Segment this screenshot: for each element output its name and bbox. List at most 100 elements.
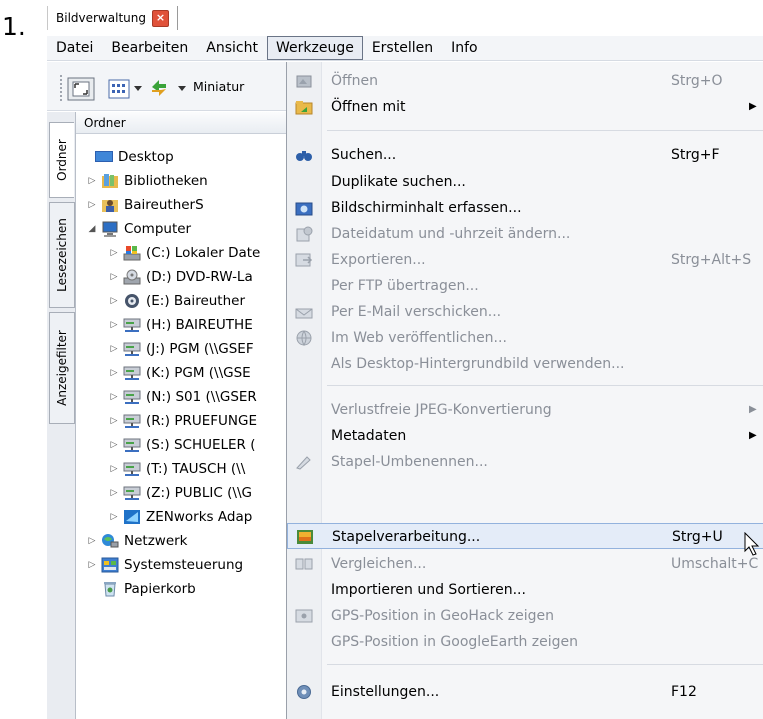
tree-node[interactable]: ▷ Systemsteuerung	[86, 553, 244, 577]
expand-arrow-icon[interactable]: ▷	[86, 536, 98, 546]
menu-item-gps-geohack[interactable]: GPS-Position in GeoHack zeigen	[287, 603, 763, 629]
tree-node-label: (J:) PGM (\\GSEF	[146, 341, 254, 357]
menu-item-label: Metadaten	[331, 428, 407, 444]
menu-werkzeuge[interactable]: Werkzeuge	[266, 36, 363, 60]
tree-node-label: BaireutherS	[124, 197, 204, 213]
fullscreen-icon[interactable]	[66, 77, 96, 101]
tree-node[interactable]: ▷ (D:) DVD-RW-La	[108, 265, 253, 289]
menu-item-label: Suchen...	[331, 147, 397, 163]
chevron-down-icon[interactable]	[133, 83, 143, 93]
network-drive-icon	[123, 462, 141, 476]
recycle-bin-icon	[104, 582, 116, 597]
tree-node[interactable]: ▷ (R:) PRUEFUNGE	[108, 409, 257, 433]
expand-arrow-icon[interactable]: ▷	[108, 272, 120, 282]
menu-item-exportieren[interactable]: Exportieren... Strg+Alt+S	[287, 247, 763, 273]
menu-bearbeiten[interactable]: Bearbeiten	[102, 37, 197, 59]
menu-item-importieren-sortieren[interactable]: Importieren und Sortieren...	[287, 577, 763, 603]
menu-item-jpeg-konvertierung[interactable]: Verlustfreie JPEG-Konvertierung ▶	[287, 397, 763, 423]
tree-node[interactable]: ▷ (S:) SCHUELER (	[108, 433, 256, 457]
menu-item-desktop-hintergrund[interactable]: Als Desktop-Hintergrundbild verwenden...	[287, 351, 763, 377]
tree-node[interactable]: ▷ (E:) Baireuther	[108, 289, 245, 313]
menu-item-web[interactable]: Im Web veröffentlichen...	[287, 325, 763, 351]
menu-item-einstellungen[interactable]: Einstellungen... F12	[287, 679, 763, 705]
expand-arrow-icon[interactable]: ▷	[108, 392, 120, 402]
tree-node[interactable]: ▷ (Z:) PUBLIC (\\G	[108, 481, 252, 505]
tree-node[interactable]: ▷ (C:) Lokaler Date	[108, 241, 261, 265]
expand-arrow-icon[interactable]: ▷	[86, 560, 98, 570]
expand-arrow-icon[interactable]: ▷	[86, 200, 98, 210]
toolbar-grip[interactable]	[60, 75, 65, 101]
view-grid-icon[interactable]	[108, 79, 130, 99]
menu-item-label: Importieren und Sortieren...	[331, 582, 526, 598]
expand-arrow-icon[interactable]: ▷	[108, 488, 120, 498]
expand-arrow-icon[interactable]: ▷	[108, 464, 120, 474]
tree-node[interactable]: ▷ (J:) PGM (\\GSEF	[108, 337, 254, 361]
close-icon[interactable]: ×	[151, 9, 169, 27]
menu-item-vergleichen[interactable]: Vergleichen... Umschalt+C	[287, 551, 763, 577]
tree-node[interactable]: ▷ (K:) PGM (\\GSE	[108, 361, 251, 385]
menu-separator	[327, 664, 763, 665]
chevron-down-icon[interactable]	[177, 83, 187, 93]
miniatur-label[interactable]: Miniatur	[193, 79, 244, 94]
menu-item-suchen[interactable]: Suchen... Strg+F	[287, 142, 763, 168]
library-icon	[102, 174, 118, 188]
menu-item-metadaten[interactable]: Metadaten ▶	[287, 423, 763, 449]
tree-node[interactable]: Desktop	[80, 145, 174, 169]
tree-node[interactable]: Papierkorb	[86, 577, 196, 601]
tab-lesezeichen-label: Lesezeichen	[55, 218, 69, 292]
menu-item-dateidatum-aendern[interactable]: Dateidatum und -uhrzeit ändern...	[287, 221, 763, 247]
menu-erstellen[interactable]: Erstellen	[363, 37, 442, 59]
tree-header: Ordner	[76, 112, 286, 134]
menu-item-duplikate-suchen[interactable]: Duplikate suchen...	[287, 169, 763, 195]
menu-ansicht[interactable]: Ansicht	[197, 37, 267, 59]
menu-info[interactable]: Info	[442, 37, 487, 59]
tree-node-label: (D:) DVD-RW-La	[146, 269, 253, 285]
menu-item-oeffnen-mit[interactable]: Öffnen mit ▶	[287, 94, 763, 120]
export-icon	[295, 253, 313, 267]
menu-item-stapel-umbenennen[interactable]: Stapel-Umbenennen...	[287, 449, 763, 475]
expand-arrow-icon[interactable]: ▷	[108, 440, 120, 450]
gear-icon	[297, 685, 311, 699]
tree-node-label: (T:) TAUSCH (\\	[146, 461, 246, 477]
expand-arrow-icon[interactable]: ▷	[108, 512, 120, 522]
tree-node-label: Netzwerk	[124, 533, 188, 549]
tab-ordner[interactable]: Ordner	[49, 122, 74, 198]
menu-item-ftp[interactable]: Per FTP übertragen...	[287, 273, 763, 299]
expand-arrow-icon[interactable]: ▷	[108, 416, 120, 426]
tree-node[interactable]: ▷ ZENworks Adap	[108, 505, 253, 529]
expand-arrow-icon[interactable]: ▷	[108, 344, 120, 354]
document-tab[interactable]: Bildverwaltung ×	[47, 6, 178, 30]
menu-item-label: Exportieren...	[331, 252, 426, 268]
expand-arrow-icon[interactable]: ▷	[108, 368, 120, 378]
tree-node[interactable]: ▷ (N:) S01 (\\GSER	[108, 385, 257, 409]
tree-node[interactable]: ◢ Computer	[86, 217, 191, 241]
expand-arrow-icon[interactable]: ▷	[108, 248, 120, 258]
tab-anzeigefilter[interactable]: Anzeigefilter	[49, 312, 75, 424]
expand-arrow-icon[interactable]: ▷	[108, 296, 120, 306]
menu-item-label: Per FTP übertragen...	[331, 278, 479, 294]
menu-item-shortcut: Strg+O	[671, 73, 723, 89]
collapse-arrow-icon[interactable]: ◢	[86, 224, 98, 234]
local-drive-icon	[123, 246, 141, 261]
tab-lesezeichen[interactable]: Lesezeichen	[49, 202, 75, 308]
expand-arrow-icon[interactable]: ▷	[86, 176, 98, 186]
menu-item-label: Stapel-Umbenennen...	[331, 454, 488, 470]
tree-node-label: Bibliotheken	[124, 173, 208, 189]
tree-node[interactable]: ▷ Netzwerk	[86, 529, 188, 553]
menu-item-gps-googleearth[interactable]: GPS-Position in GoogleEarth zeigen	[287, 629, 763, 655]
menu-item-bildschirminhalt-erfassen[interactable]: Bildschirminhalt erfassen...	[287, 195, 763, 221]
disc-icon	[125, 294, 139, 308]
network-drive-icon	[123, 342, 141, 356]
step-number: 1.	[2, 12, 26, 41]
tree-node[interactable]: ▷ Bibliotheken	[86, 169, 208, 193]
sync-icon[interactable]	[148, 77, 170, 99]
menu-item-stapelverarbeitung[interactable]: Stapelverarbeitung... Strg+U	[287, 523, 763, 549]
tree-node[interactable]: ▷ (T:) TAUSCH (\\	[108, 457, 246, 481]
menu-item-oeffnen[interactable]: Öffnen Strg+O	[287, 68, 763, 94]
tree-node[interactable]: ▷ BaireutherS	[86, 193, 204, 217]
network-drive-icon	[123, 318, 141, 332]
expand-arrow-icon[interactable]: ▷	[108, 320, 120, 330]
menu-datei[interactable]: Datei	[47, 37, 102, 59]
menu-item-email[interactable]: Per E-Mail verschicken...	[287, 299, 763, 325]
tree-node[interactable]: ▷ (H:) BAIREUTHE	[108, 313, 253, 337]
